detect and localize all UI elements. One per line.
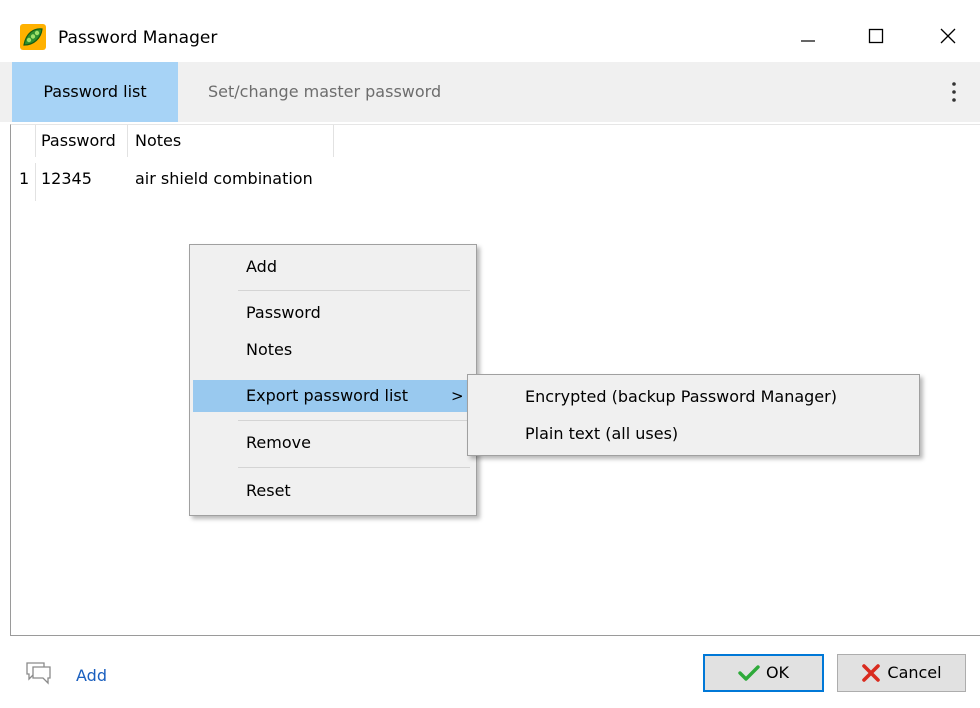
cell-password[interactable]: 12345 (41, 163, 92, 195)
comment-icon[interactable] (24, 660, 54, 688)
menu-separator (238, 467, 470, 468)
menu-item-label: Encrypted (backup Password Manager) (525, 387, 837, 406)
export-submenu: Encrypted (backup Password Manager) Plai… (467, 374, 920, 456)
grid-column-separator (127, 125, 128, 157)
maximize-icon (868, 28, 884, 44)
tab-password-list[interactable]: Password list (12, 62, 178, 122)
cell-notes[interactable]: air shield combination (135, 163, 313, 195)
menu-item-remove[interactable]: Remove (193, 427, 473, 459)
grid-row-separator (35, 163, 36, 201)
tab-master-password[interactable]: Set/change master password (208, 62, 441, 122)
ok-button[interactable]: OK (703, 654, 824, 692)
minimize-button[interactable] (778, 14, 838, 58)
checkmark-icon (738, 665, 760, 681)
menu-item-reset[interactable]: Reset (193, 475, 473, 507)
grid-column-separator (35, 125, 36, 157)
menu-item-label: Add (246, 257, 277, 276)
grid-column-separator (333, 125, 334, 157)
close-button[interactable] (918, 14, 978, 58)
menu-item-label: Password (246, 303, 321, 322)
menu-item-export-plain-text[interactable]: Plain text (all uses) (471, 418, 916, 450)
column-header-notes[interactable]: Notes (135, 125, 181, 157)
window-title: Password Manager (58, 28, 218, 48)
menu-item-notes[interactable]: Notes (193, 334, 473, 366)
ok-button-label: OK (765, 663, 790, 682)
menu-item-export-password-list[interactable]: Export password list > (193, 380, 473, 412)
menu-item-label: Remove (246, 433, 311, 452)
menu-item-export-encrypted[interactable]: Encrypted (backup Password Manager) (471, 381, 916, 413)
menu-item-label: Plain text (all uses) (525, 424, 679, 443)
menu-item-label: Notes (246, 340, 293, 359)
cancel-button[interactable]: Cancel (837, 654, 966, 692)
add-link[interactable]: Add (76, 666, 107, 685)
menu-separator (238, 420, 470, 421)
cancel-button-label: Cancel (887, 663, 942, 682)
x-icon (862, 664, 881, 682)
menu-item-label: Export password list (246, 386, 409, 405)
maximize-button[interactable] (846, 14, 906, 58)
column-header-password[interactable]: Password (41, 125, 116, 157)
tab-bar: Password list Set/change master password (0, 62, 980, 122)
minimize-icon (801, 40, 815, 42)
menu-item-label: Reset (246, 481, 291, 500)
context-menu: Add Password Notes Export password list … (189, 244, 477, 516)
menu-item-add[interactable]: Add (193, 251, 473, 283)
pea-pod-icon (20, 24, 46, 50)
row-index: 1 (19, 169, 30, 188)
menu-separator (238, 290, 470, 291)
footer-bar (0, 636, 980, 708)
submenu-arrow-icon: > (451, 387, 464, 405)
more-vertical-icon[interactable] (944, 80, 964, 104)
menu-item-password[interactable]: Password (193, 297, 473, 329)
close-icon (940, 28, 956, 44)
